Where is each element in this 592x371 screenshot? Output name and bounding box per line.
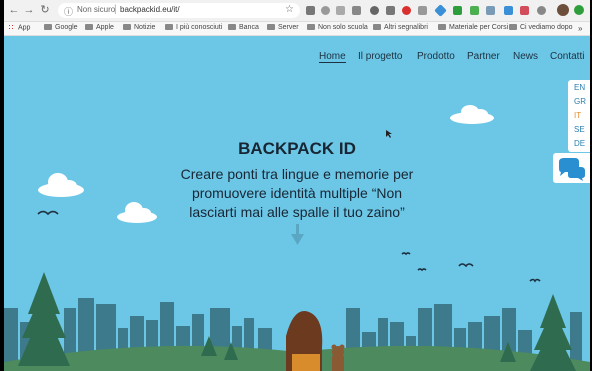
url-text: backpackid.eu/it/	[120, 5, 180, 14]
pine-tree	[18, 272, 70, 366]
folder-icon	[307, 24, 315, 31]
folder-icon	[44, 24, 52, 31]
info-icon[interactable]: ⓘ	[64, 5, 73, 18]
extension-icon[interactable]	[386, 6, 395, 15]
cloud	[450, 105, 494, 124]
bookmark-google[interactable]: Google	[44, 24, 78, 31]
folder-icon	[373, 24, 381, 31]
folder-icon	[165, 24, 173, 31]
separator: |	[114, 4, 117, 15]
bookmark-label: Notizie	[134, 24, 156, 31]
bookmark-label: Materiale per Corsi	[449, 24, 509, 31]
birds	[37, 210, 541, 283]
mouse-cursor	[386, 130, 392, 138]
extension-icon[interactable]	[336, 6, 345, 15]
hero-subtitle-line: lasciarti mai alle spalle il tuo zaino”	[189, 204, 405, 220]
bookmark-banca[interactable]: Banca	[228, 24, 259, 31]
profile-avatar[interactable]	[557, 4, 569, 16]
pine-tree	[530, 294, 576, 371]
extension-icon[interactable]	[306, 6, 315, 15]
bookmark-non-solo-scuola[interactable]: Non solo scuola	[307, 24, 368, 31]
back-arrow-icon[interactable]: ←	[8, 4, 20, 16]
lang-en[interactable]: EN	[574, 83, 585, 92]
extension-icon[interactable]	[434, 4, 447, 17]
folder-icon	[267, 24, 275, 31]
hero-subtitle-line: Creare ponti tra lingue e memorie per	[180, 166, 414, 182]
bookmark-star-icon[interactable]: ☆	[285, 4, 294, 15]
folder-icon	[438, 24, 446, 31]
nav-news[interactable]: News	[513, 51, 538, 62]
nav-prodotto[interactable]: Prodotto	[417, 51, 455, 62]
folder-icon	[85, 24, 93, 31]
folder-icon	[228, 24, 236, 31]
bookmark-apple[interactable]: Apple	[85, 24, 114, 31]
reload-icon[interactable]: ↻	[39, 4, 51, 16]
nav-partner[interactable]: Partner	[467, 51, 500, 62]
extension-icon[interactable]	[504, 6, 513, 15]
bookmark-label: Altri segnalibri	[384, 24, 428, 31]
security-label: Non sicuro	[77, 5, 116, 14]
extension-icon[interactable]	[574, 5, 584, 15]
lang-it[interactable]: IT	[574, 111, 581, 120]
extension-icon[interactable]	[370, 6, 379, 15]
extension-icon[interactable]	[520, 6, 529, 15]
nav-contatti[interactable]: Contatti	[550, 51, 584, 62]
nav-home[interactable]: Home	[319, 51, 346, 63]
bookmark-notizie[interactable]: Notizie	[123, 24, 155, 31]
scroll-down-icon	[291, 224, 304, 245]
extension-icon[interactable]	[537, 6, 546, 15]
lang-gr[interactable]: GR	[574, 97, 586, 106]
bookmarks-bar: App Google Apple Notizie I più conosciut…	[4, 22, 590, 36]
girl-illustration	[286, 311, 345, 371]
bookmark-label: Non solo scuola	[318, 24, 368, 31]
bookmark-label: I più conosciuti	[176, 24, 223, 31]
extension-icon[interactable]	[352, 6, 361, 15]
bookmark-server[interactable]: Server	[267, 24, 299, 31]
bookmark-app[interactable]: App	[8, 24, 30, 31]
more-bookmarks-icon[interactable]: »	[578, 24, 582, 33]
extension-icon[interactable]	[453, 6, 462, 15]
webpage: Home Il progetto Prodotto Partner News C…	[4, 36, 590, 371]
browser-toolbar: ← → ↻ ⓘ Non sicuro | backpackid.eu/it/ ☆	[4, 0, 590, 22]
lang-se[interactable]: SE	[574, 125, 585, 134]
folder-icon	[509, 24, 517, 31]
extension-icon[interactable]	[486, 6, 495, 15]
bookmark-label: Server	[278, 24, 299, 31]
apps-icon	[8, 24, 15, 31]
extension-icon[interactable]	[418, 6, 427, 15]
forward-arrow-icon[interactable]: →	[23, 4, 35, 16]
bookmark-piu-conosciuti[interactable]: I più conosciuti	[165, 24, 222, 31]
bookmark-label: Ci vediamo dopo	[520, 24, 573, 31]
browser-window: ← → ↻ ⓘ Non sicuro | backpackid.eu/it/ ☆…	[4, 0, 590, 371]
extension-icon[interactable]	[402, 6, 411, 15]
nav-il-progetto[interactable]: Il progetto	[358, 51, 402, 62]
bookmark-label: Apple	[96, 24, 114, 31]
bookmark-label: App	[18, 24, 31, 32]
extension-icon[interactable]	[470, 6, 479, 15]
bookmark-materiale-corsi[interactable]: Materiale per Corsi	[438, 24, 508, 31]
hero-subtitle-line: promuovere identità multiple “Non	[191, 185, 403, 201]
hero-title: BACKPACK ID	[238, 139, 356, 158]
bookmark-altri-segnalibri[interactable]: Altri segnalibri	[373, 24, 428, 31]
bookmark-ci-vediamo-dopo[interactable]: Ci vediamo dopo	[509, 24, 573, 31]
address-bar[interactable]: ⓘ Non sicuro | backpackid.eu/it/ ☆	[58, 3, 300, 18]
extension-icon[interactable]	[321, 6, 330, 15]
bookmark-label: Banca	[239, 24, 259, 31]
bookmark-label: Google	[55, 24, 78, 31]
folder-icon	[123, 24, 131, 31]
